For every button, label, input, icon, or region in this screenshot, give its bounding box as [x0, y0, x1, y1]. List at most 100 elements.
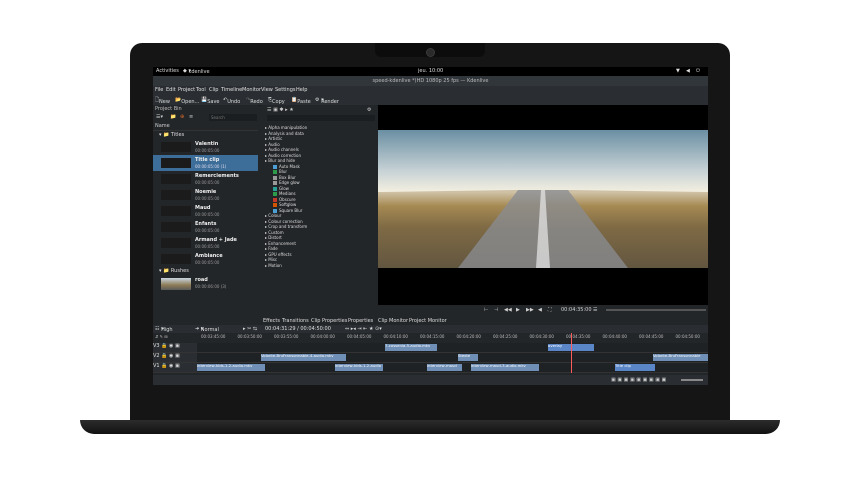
bin-clip-noemie[interactable]: Noemie 00:00:05:00 — [153, 187, 258, 203]
menu-monitor[interactable]: Monitor — [242, 87, 261, 93]
playhead[interactable] — [571, 333, 572, 373]
rewind-button[interactable]: ◀◀ — [504, 307, 512, 313]
redo-button[interactable]: ↷ Redo — [246, 97, 263, 105]
bin-search-input[interactable]: Search — [209, 114, 257, 121]
effect-label: Auto Mask — [279, 163, 300, 169]
clip-name: Armand + Jade — [195, 237, 237, 243]
effects-filter-icon[interactable]: ☰ ▣ ✱ ▸ ★ — [267, 107, 294, 113]
network-icon[interactable]: ▼ — [676, 68, 680, 74]
effects-search-input[interactable] — [267, 115, 375, 121]
bin-menu-icon[interactable]: ☰▾ — [156, 114, 163, 120]
bin-clip-enfants[interactable]: Enfants 00:00:05:00 — [153, 219, 258, 235]
volume-icon[interactable]: ◀ — [538, 307, 542, 313]
effect-label: Crop and transform — [268, 224, 308, 229]
open-button[interactable]: 📂 Open... — [175, 97, 199, 105]
play-button[interactable]: ▶ — [516, 307, 520, 313]
selection-tool-icon[interactable]: ▸ ✂ ⇆ — [243, 326, 257, 332]
timeline-clip[interactable]: Title clip — [615, 364, 655, 371]
effects-settings-icon[interactable]: ⚙ — [367, 107, 371, 113]
timeline-clip[interactable]: Volonte-BruFransonnable-4-audio.mkv — [261, 354, 346, 361]
bin-clip-armand-jade[interactable]: Armand + Jade 00:00:05:00 — [153, 235, 258, 251]
track-v1[interactable]: V1 🔒 ◉ ▣ interview-kids-1-2-audio.mkv int… — [153, 363, 708, 373]
effect-icon — [273, 186, 277, 191]
list-view-icon[interactable]: ≡ — [189, 114, 193, 120]
bin-column-header[interactable]: Name — [153, 123, 258, 131]
activities-button[interactable]: Activities — [156, 68, 179, 74]
add-folder-icon[interactable]: 📁 — [170, 114, 176, 120]
effect-label: GPU effects — [268, 251, 292, 257]
render-button[interactable]: ⚙ Render ▾ — [315, 97, 339, 105]
menu-view[interactable]: View — [261, 87, 273, 93]
add-clip-icon[interactable]: ⊕ — [180, 114, 184, 120]
timeline-clip[interactable]: 7-cossenia-5-audio.mkv — [385, 344, 437, 351]
timeline-clip[interactable]: interview-kids-1-2-audio.mkv — [197, 364, 265, 371]
tab-clip-properties[interactable]: Clip Properties — [311, 318, 347, 324]
effect-label: Box Blur — [279, 174, 296, 180]
track-name: V2 — [153, 353, 160, 359]
effect-label: Square Blur — [279, 207, 303, 213]
menu-project[interactable]: Project — [178, 87, 195, 93]
tab-clip-monitor[interactable]: Clip Monitor — [378, 318, 408, 324]
status-tools-icon[interactable]: ▣ ▣ ▣ ▣ ▣ ▣ ▣ ▣ ▣ — [611, 377, 666, 383]
monitor-menu-icon[interactable]: ☰ — [593, 307, 597, 313]
monitor-timecode[interactable]: 00:04:35:00 — [561, 307, 592, 313]
bin-clip-maud[interactable]: Maud 00:00:05:00 — [153, 203, 258, 219]
timeline-clip[interactable]: Volonte-BruFransonnable — [653, 354, 708, 361]
save-button[interactable]: 💾 Save — [201, 97, 220, 105]
paste-button[interactable]: 📋 Paste — [291, 97, 311, 105]
clock[interactable]: jeu. 10:00 — [418, 68, 443, 74]
tab-transitions[interactable]: Transitions — [282, 318, 309, 324]
effect-item[interactable]: ▸ Motion — [265, 263, 375, 269]
app-menu[interactable]: ◆ kdenlive ▾ — [183, 68, 210, 75]
undo-button[interactable]: ↶ Undo — [223, 97, 240, 105]
tab-effects[interactable]: Effects — [263, 318, 280, 324]
clip-name: Enfants — [195, 221, 217, 227]
monitor-controls: ⊢ ⊣ ◀◀ ▶ ▶▶ ◀ ⛶ 00:04:35:00 ☰ — [378, 305, 708, 317]
bin-clip-ambiance[interactable]: Ambiance 00:00:05:00 — [153, 251, 258, 267]
effect-label: Custom — [268, 229, 284, 235]
tab-properties[interactable]: Properties — [348, 318, 373, 324]
set-zone-in-icon[interactable]: ⊢ — [484, 307, 488, 313]
bin-clip-road[interactable]: road 00:00:06:00 (3) — [153, 275, 258, 293]
tab-project-monitor[interactable]: Project Monitor — [409, 318, 447, 324]
bin-clip-title-clip[interactable]: Title clip 00:00:05:00 (1) — [153, 155, 258, 171]
clip-thumbnail — [161, 222, 191, 232]
effect-icon — [273, 197, 277, 202]
menu-clip[interactable]: Clip — [209, 87, 218, 93]
timeline-position[interactable]: 00:04:31:29 / 00:04:50:00 — [265, 326, 331, 332]
folder-titles[interactable]: ▾ 📁 Titles — [153, 131, 258, 139]
volume-icon[interactable]: ◀ — [686, 68, 690, 74]
set-zone-out-icon[interactable]: ⊣ — [494, 307, 498, 313]
menu-file[interactable]: File — [155, 87, 163, 93]
menu-settings[interactable]: Settings — [275, 87, 296, 93]
timeline-clip[interactable]: interview-maud-3-audio.mkv — [471, 364, 539, 371]
new-button[interactable]: 🗋 New — [155, 97, 170, 105]
menu-edit[interactable]: Edit — [166, 87, 176, 93]
menu-help[interactable]: Help — [296, 87, 307, 93]
power-icon[interactable]: ⏻ — [696, 68, 700, 74]
bin-clip-remerciements[interactable]: Remerciements 00:00:05:00 — [153, 171, 258, 187]
timeline-clip[interactable]: interview-kids-1-2-audio — [335, 364, 383, 371]
effect-icon — [273, 192, 277, 196]
timeline-clip[interactable]: interview-maud — [427, 364, 462, 371]
timeline-ruler[interactable]: ⇵ ✎ ⊞ 00:03:45:00 00:03:50:00 00:03:55:00 0… — [153, 333, 708, 341]
track-options-icon[interactable]: ⇵ ✎ ⊞ — [155, 334, 168, 339]
menu-timeline[interactable]: Timeline — [221, 87, 242, 93]
project-monitor[interactable] — [378, 105, 708, 305]
folder-rushes[interactable]: ▾ 📁 Rushes — [153, 267, 258, 275]
copy-button[interactable]: ⎘ Copy — [268, 97, 285, 105]
monitor-seekbar[interactable] — [606, 309, 706, 311]
track-v3[interactable]: V3 🔒 ◉ ▣ 7-cossenia-5-audio.mkv overlay — [153, 343, 708, 353]
forward-button[interactable]: ▶▶ — [526, 307, 534, 313]
menu-tool[interactable]: Tool — [196, 87, 206, 93]
fullscreen-icon[interactable]: ⛶ — [548, 307, 552, 313]
bin-clip-valentin[interactable]: Valentin 00:00:05:00 — [153, 139, 258, 155]
quality-select[interactable]: ☷ High Quality ▾ — [155, 326, 179, 339]
zoom-slider[interactable] — [681, 379, 703, 381]
edit-mode-select[interactable]: ➜ Normal mode ▾ — [195, 326, 219, 339]
track-v2[interactable]: V2 🔒 ◉ ▣ Volonte-BruFransonnable-4-audio… — [153, 353, 708, 363]
timeline-tools-icon[interactable]: ⇔ ▸◂ ⇥ ⇤ ★ ⊙▾ — [345, 326, 382, 332]
effect-label: Fade — [268, 246, 278, 251]
timeline-clip[interactable]: Stexte — [458, 354, 478, 361]
clip-name: Maud — [195, 205, 211, 211]
